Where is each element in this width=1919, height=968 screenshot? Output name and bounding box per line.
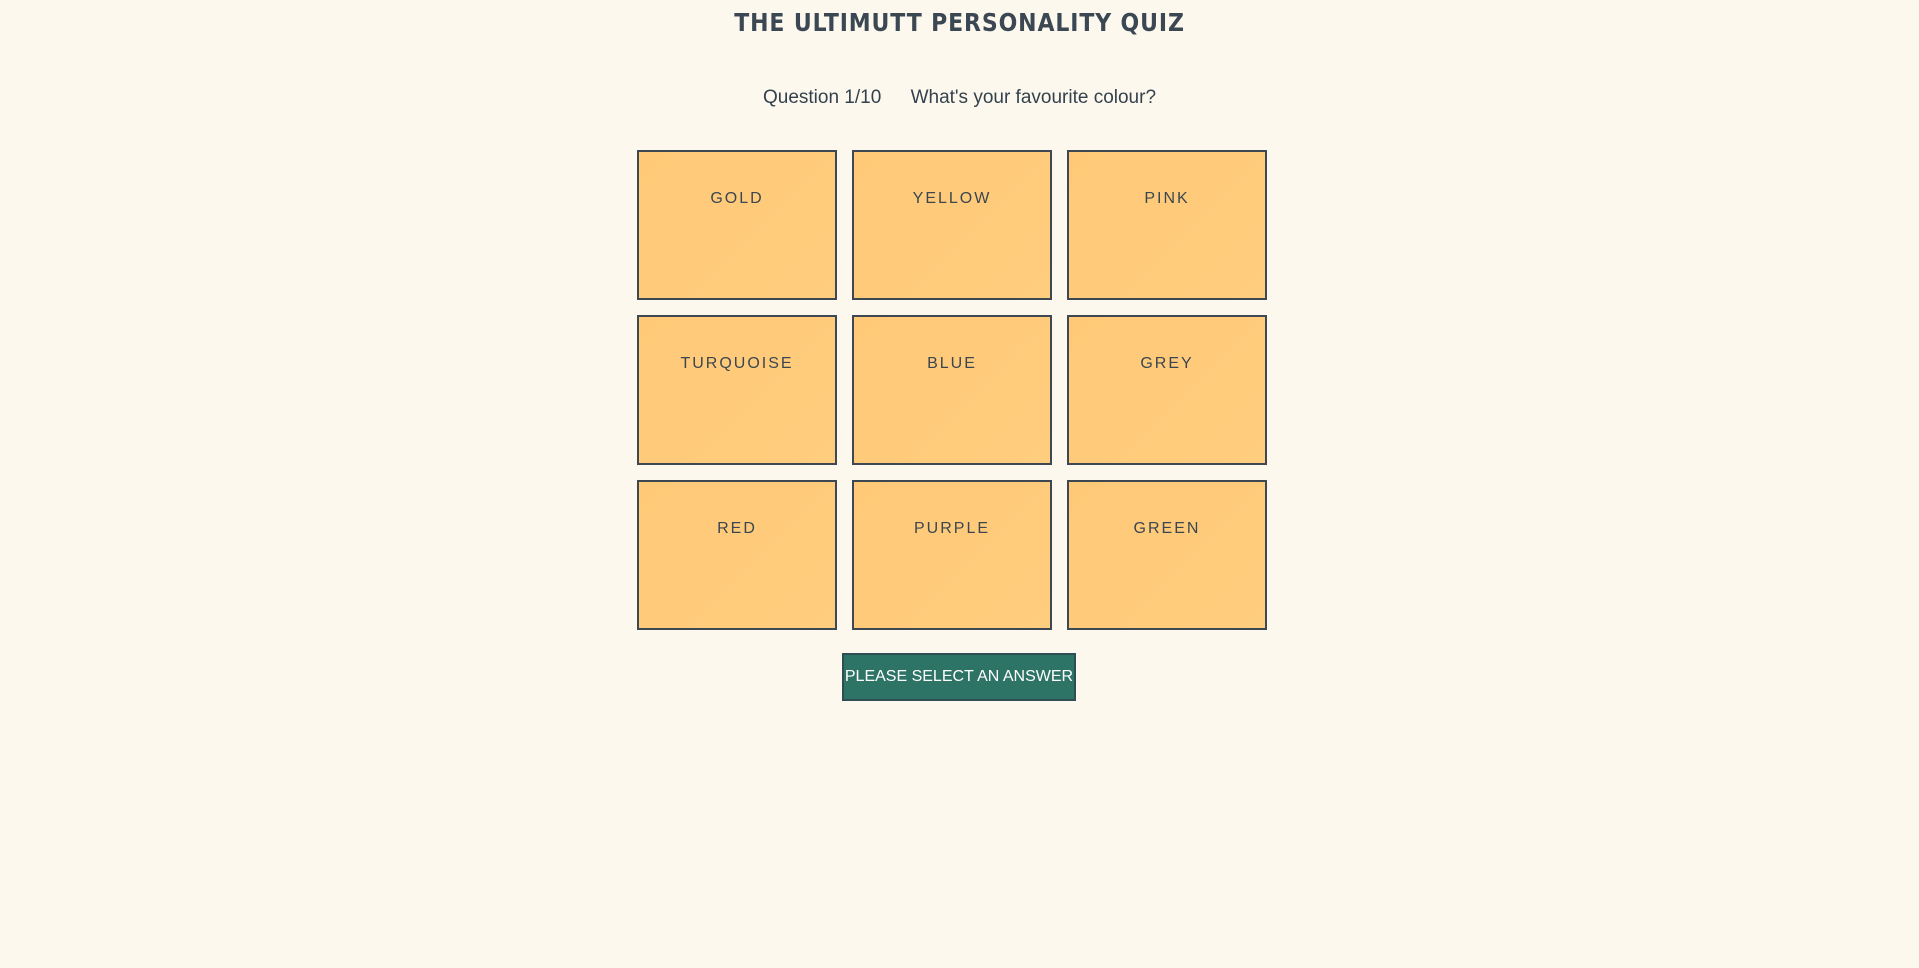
answer-label: PURPLE xyxy=(913,520,991,537)
question-number: Question 1/10 xyxy=(762,87,882,108)
answer-label: YELLOW xyxy=(912,190,992,207)
answer-option-purple[interactable]: PURPLE xyxy=(852,480,1052,630)
answer-option-red[interactable]: RED xyxy=(637,480,837,630)
answer-option-green[interactable]: GREEN xyxy=(1067,480,1267,630)
answer-grid: GOLD YELLOW PINK TURQUOISE BLUE GREY RED… xyxy=(637,150,1268,630)
answer-label: TURQUOISE xyxy=(680,355,794,372)
answer-label: GREEN xyxy=(1133,520,1201,537)
answer-option-turquoise[interactable]: TURQUOISE xyxy=(637,315,837,465)
answer-option-grey[interactable]: GREY xyxy=(1067,315,1267,465)
answer-label: BLUE xyxy=(927,355,977,372)
answer-label: PINK xyxy=(1144,190,1190,207)
answer-option-yellow[interactable]: YELLOW xyxy=(852,150,1052,300)
answer-label: GOLD xyxy=(710,190,764,207)
submit-answer-button[interactable]: PLEASE SELECT AN ANSWER xyxy=(842,653,1076,701)
page-title: THE ULTIMUTT PERSONALITY QUIZ xyxy=(734,8,1185,37)
question-text: What's your favourite colour? xyxy=(910,87,1157,108)
answer-option-blue[interactable]: BLUE xyxy=(852,315,1052,465)
question-line: Question 1/10 What's your favourite colo… xyxy=(0,87,1919,109)
answer-option-gold[interactable]: GOLD xyxy=(637,150,837,300)
answer-label: GREY xyxy=(1140,355,1194,372)
answer-label: RED xyxy=(717,520,757,537)
answer-option-pink[interactable]: PINK xyxy=(1067,150,1267,300)
